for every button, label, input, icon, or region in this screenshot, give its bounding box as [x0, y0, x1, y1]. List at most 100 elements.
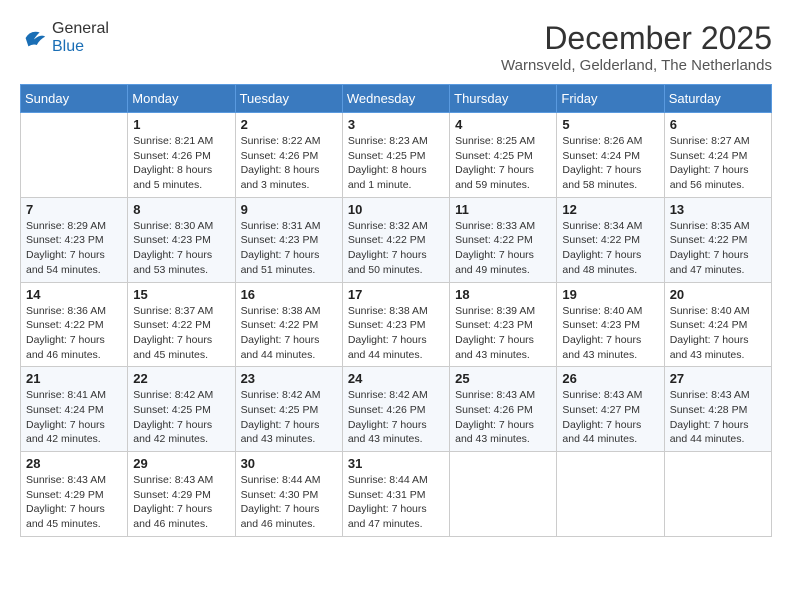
day-info: Sunrise: 8:27 AM Sunset: 4:24 PM Dayligh…	[670, 134, 766, 193]
day-number: 6	[670, 117, 766, 132]
day-info: Sunrise: 8:34 AM Sunset: 4:22 PM Dayligh…	[562, 219, 658, 278]
day-number: 10	[348, 202, 444, 217]
calendar-cell: 18Sunrise: 8:39 AM Sunset: 4:23 PM Dayli…	[450, 282, 557, 367]
day-info: Sunrise: 8:21 AM Sunset: 4:26 PM Dayligh…	[133, 134, 229, 193]
calendar-cell: 13 Sunrise: 8:35 AM Sunset: 4:22 PM Dayli…	[664, 197, 771, 282]
location-subtitle: Warnsveld, Gelderland, The Netherlands	[501, 57, 772, 74]
calendar-cell: 19Sunrise: 8:40 AM Sunset: 4:23 PM Dayli…	[557, 282, 664, 367]
day-info: Sunrise: 8:32 AM Sunset: 4:22 PM Dayligh…	[348, 219, 444, 278]
calendar-cell: 26 Sunrise: 8:43 AM Sunset: 4:27 PM Dayli…	[557, 367, 664, 452]
day-info: Sunrise: 8:23 AM Sunset: 4:25 PM Dayligh…	[348, 134, 444, 193]
day-number: 1	[133, 117, 229, 132]
day-info: Sunrise: 8:43 AM Sunset: 4:29 PM Dayligh…	[133, 473, 229, 532]
day-number: 23	[241, 371, 337, 386]
day-info: Sunrise: 8:43 AM Sunset: 4:29 PM Dayligh…	[26, 473, 122, 532]
day-number: 7	[26, 202, 122, 217]
column-header-saturday: Saturday	[664, 85, 771, 113]
calendar-cell: 3 Sunrise: 8:23 AM Sunset: 4:25 PM Daylig…	[342, 113, 449, 198]
day-info: Sunrise: 8:30 AM Sunset: 4:23 PM Dayligh…	[133, 219, 229, 278]
day-number: 20	[670, 287, 766, 302]
calendar-cell: 10 Sunrise: 8:32 AM Sunset: 4:22 PM Dayli…	[342, 197, 449, 282]
calendar-cell: 21 Sunrise: 8:41 AM Sunset: 4:24 PM Dayli…	[21, 367, 128, 452]
day-info: Sunrise: 8:38 AM Sunset: 4:23 PM Dayligh…	[348, 304, 444, 363]
day-number: 12	[562, 202, 658, 217]
logo-general: General	[52, 20, 109, 38]
day-number: 21	[26, 371, 122, 386]
column-header-wednesday: Wednesday	[342, 85, 449, 113]
page-header: General Blue December 2025 Warnsveld, Ge…	[20, 20, 772, 74]
calendar-cell: 2Sunrise: 8:22 AM Sunset: 4:26 PM Daylig…	[235, 113, 342, 198]
calendar-cell: 8 Sunrise: 8:30 AM Sunset: 4:23 PM Daylig…	[128, 197, 235, 282]
day-number: 15	[133, 287, 229, 302]
day-info: Sunrise: 8:40 AM Sunset: 4:23 PM Dayligh…	[562, 304, 658, 363]
calendar-cell: 14 Sunrise: 8:36 AM Sunset: 4:22 PM Dayli…	[21, 282, 128, 367]
calendar-table: SundayMondayTuesdayWednesdayThursdayFrid…	[20, 84, 772, 537]
day-info: Sunrise: 8:33 AM Sunset: 4:22 PM Dayligh…	[455, 219, 551, 278]
day-number: 24	[348, 371, 444, 386]
calendar-header-row: SundayMondayTuesdayWednesdayThursdayFrid…	[21, 85, 772, 113]
calendar-cell: 15 Sunrise: 8:37 AM Sunset: 4:22 PM Dayli…	[128, 282, 235, 367]
calendar-week-row: 7Sunrise: 8:29 AM Sunset: 4:23 PM Daylig…	[21, 197, 772, 282]
column-header-monday: Monday	[128, 85, 235, 113]
calendar-cell: 28Sunrise: 8:43 AM Sunset: 4:29 PM Dayli…	[21, 452, 128, 537]
calendar-week-row: 21 Sunrise: 8:41 AM Sunset: 4:24 PM Dayli…	[21, 367, 772, 452]
calendar-cell: 27Sunrise: 8:43 AM Sunset: 4:28 PM Dayli…	[664, 367, 771, 452]
day-number: 11	[455, 202, 551, 217]
calendar-week-row: 1 Sunrise: 8:21 AM Sunset: 4:26 PM Daylig…	[21, 113, 772, 198]
day-info: Sunrise: 8:42 AM Sunset: 4:25 PM Dayligh…	[133, 388, 229, 447]
column-header-thursday: Thursday	[450, 85, 557, 113]
title-area: December 2025 Warnsveld, Gelderland, The…	[501, 20, 772, 74]
day-number: 30	[241, 456, 337, 471]
calendar-cell: 17 Sunrise: 8:38 AM Sunset: 4:23 PM Dayli…	[342, 282, 449, 367]
day-number: 9	[241, 202, 337, 217]
logo-text: General Blue	[52, 20, 109, 56]
day-number: 4	[455, 117, 551, 132]
day-number: 5	[562, 117, 658, 132]
day-number: 31	[348, 456, 444, 471]
calendar-cell: 11 Sunrise: 8:33 AM Sunset: 4:22 PM Dayli…	[450, 197, 557, 282]
calendar-cell: 30 Sunrise: 8:44 AM Sunset: 4:30 PM Dayli…	[235, 452, 342, 537]
month-title: December 2025	[501, 20, 772, 57]
calendar-cell: 7Sunrise: 8:29 AM Sunset: 4:23 PM Daylig…	[21, 197, 128, 282]
day-number: 17	[348, 287, 444, 302]
day-info: Sunrise: 8:38 AM Sunset: 4:22 PM Dayligh…	[241, 304, 337, 363]
day-number: 8	[133, 202, 229, 217]
calendar-cell: 20 Sunrise: 8:40 AM Sunset: 4:24 PM Dayli…	[664, 282, 771, 367]
day-number: 22	[133, 371, 229, 386]
calendar-week-row: 14 Sunrise: 8:36 AM Sunset: 4:22 PM Dayli…	[21, 282, 772, 367]
calendar-cell	[557, 452, 664, 537]
column-header-friday: Friday	[557, 85, 664, 113]
logo-blue: Blue	[52, 38, 109, 56]
day-number: 14	[26, 287, 122, 302]
day-info: Sunrise: 8:40 AM Sunset: 4:24 PM Dayligh…	[670, 304, 766, 363]
day-info: Sunrise: 8:42 AM Sunset: 4:25 PM Dayligh…	[241, 388, 337, 447]
day-number: 16	[241, 287, 337, 302]
calendar-cell	[21, 113, 128, 198]
calendar-cell: 12 Sunrise: 8:34 AM Sunset: 4:22 PM Dayli…	[557, 197, 664, 282]
calendar-cell	[450, 452, 557, 537]
day-number: 2	[241, 117, 337, 132]
calendar-week-row: 28Sunrise: 8:43 AM Sunset: 4:29 PM Dayli…	[21, 452, 772, 537]
day-info: Sunrise: 8:37 AM Sunset: 4:22 PM Dayligh…	[133, 304, 229, 363]
day-info: Sunrise: 8:31 AM Sunset: 4:23 PM Dayligh…	[241, 219, 337, 278]
calendar-cell: 29Sunrise: 8:43 AM Sunset: 4:29 PM Dayli…	[128, 452, 235, 537]
calendar-cell	[664, 452, 771, 537]
day-info: Sunrise: 8:43 AM Sunset: 4:26 PM Dayligh…	[455, 388, 551, 447]
day-info: Sunrise: 8:41 AM Sunset: 4:24 PM Dayligh…	[26, 388, 122, 447]
day-number: 26	[562, 371, 658, 386]
day-number: 13	[670, 202, 766, 217]
day-info: Sunrise: 8:43 AM Sunset: 4:27 PM Dayligh…	[562, 388, 658, 447]
calendar-cell: 16 Sunrise: 8:38 AM Sunset: 4:22 PM Dayli…	[235, 282, 342, 367]
day-info: Sunrise: 8:44 AM Sunset: 4:31 PM Dayligh…	[348, 473, 444, 532]
calendar-cell: 31 Sunrise: 8:44 AM Sunset: 4:31 PM Dayli…	[342, 452, 449, 537]
day-info: Sunrise: 8:26 AM Sunset: 4:24 PM Dayligh…	[562, 134, 658, 193]
day-info: Sunrise: 8:35 AM Sunset: 4:22 PM Dayligh…	[670, 219, 766, 278]
calendar-cell: 6 Sunrise: 8:27 AM Sunset: 4:24 PM Daylig…	[664, 113, 771, 198]
calendar-cell: 23 Sunrise: 8:42 AM Sunset: 4:25 PM Dayli…	[235, 367, 342, 452]
day-info: Sunrise: 8:43 AM Sunset: 4:28 PM Dayligh…	[670, 388, 766, 447]
day-info: Sunrise: 8:36 AM Sunset: 4:22 PM Dayligh…	[26, 304, 122, 363]
day-number: 3	[348, 117, 444, 132]
calendar-cell: 5 Sunrise: 8:26 AM Sunset: 4:24 PM Daylig…	[557, 113, 664, 198]
day-info: Sunrise: 8:44 AM Sunset: 4:30 PM Dayligh…	[241, 473, 337, 532]
calendar-cell: 4Sunrise: 8:25 AM Sunset: 4:25 PM Daylig…	[450, 113, 557, 198]
